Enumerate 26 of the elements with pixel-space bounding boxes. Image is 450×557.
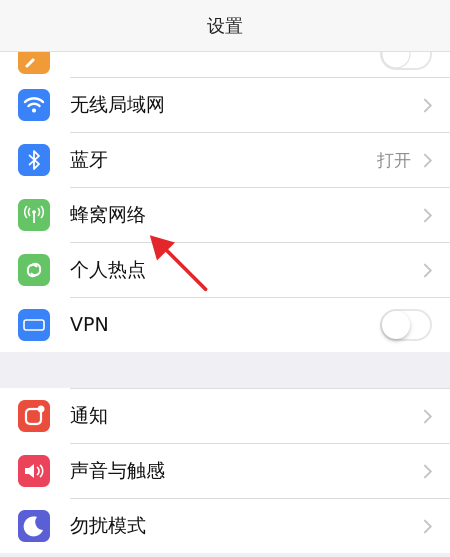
chevron-icon	[423, 518, 432, 534]
settings-row[interactable]: 蓝牙 打开	[0, 132, 450, 187]
toggle-switch[interactable]	[380, 52, 432, 70]
settings-row[interactable]: VPN	[0, 297, 450, 352]
row-label: 勿扰模式	[70, 514, 147, 539]
chevron-icon	[423, 98, 432, 112]
screen-title: 设置	[207, 14, 243, 38]
row-label: 声音与触感	[70, 459, 166, 484]
settings-row[interactable]: 无线局域网	[0, 77, 450, 132]
row-label: 通知	[70, 404, 109, 429]
settings-row[interactable]: 勿扰模式	[0, 498, 450, 553]
settings-row[interactable]: 通知	[0, 388, 450, 443]
chevron-icon	[423, 408, 432, 424]
chevron-icon	[423, 208, 432, 222]
chevron-icon	[423, 152, 432, 168]
row-label: 个人热点	[70, 258, 147, 283]
toggle-switch[interactable]	[380, 309, 432, 341]
row-label: 无线局域网	[70, 93, 166, 118]
row-label: 蜂窝网络	[70, 203, 147, 228]
settings-row[interactable]: 声音与触感	[0, 443, 450, 498]
row-label: 蓝牙	[70, 148, 109, 173]
settings-row[interactable]: 蜂窝网络	[0, 187, 450, 242]
chevron-icon	[423, 464, 432, 478]
row-label: VPN	[70, 314, 110, 336]
row-value: 打开	[377, 150, 411, 172]
chevron-icon	[423, 262, 432, 278]
